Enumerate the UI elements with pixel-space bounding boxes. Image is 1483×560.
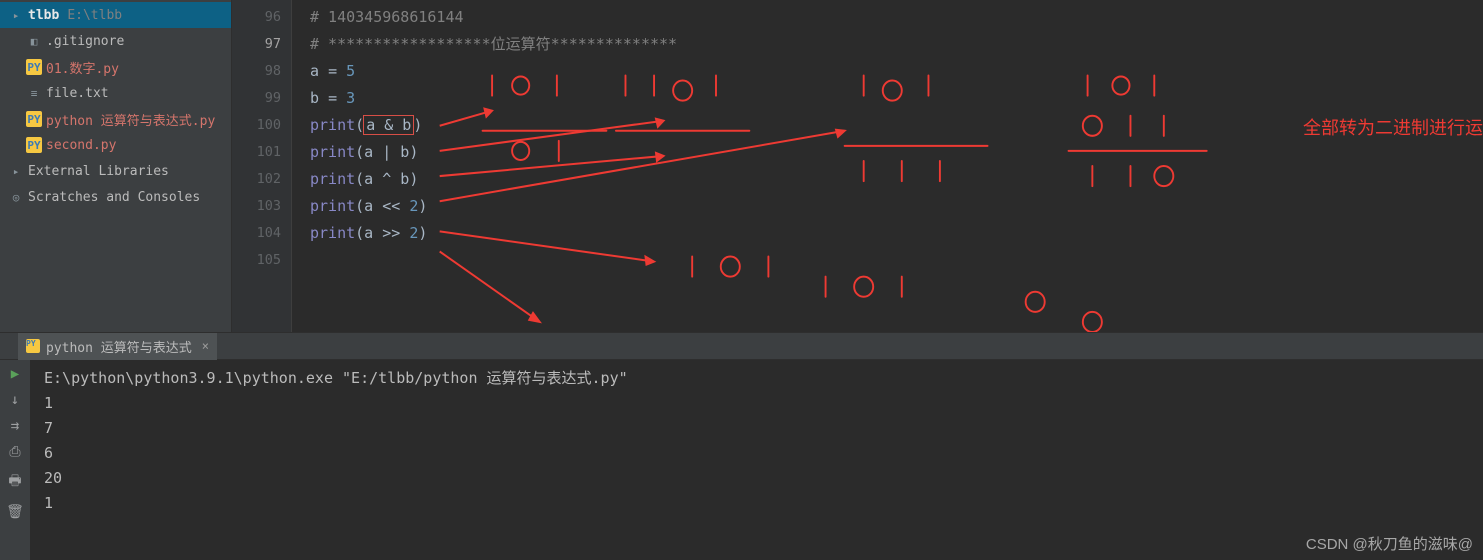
library-icon: ▸	[8, 163, 24, 179]
output-line: 1	[44, 494, 53, 512]
terminal-toolbar: ▶ ↓ ⇉ ⎙ 🖶 🗑	[0, 360, 30, 560]
code-comment: # 140345968616144	[310, 8, 464, 26]
editor-pane: 96 97 98 99 100 101 102 103 104 105 # 14…	[232, 0, 1483, 332]
trash-icon[interactable]: 🗑	[6, 504, 24, 520]
code-func: print	[310, 170, 355, 188]
line-number: 105	[232, 247, 281, 274]
terminal-tab-bar[interactable]: PY python 运算符与表达式 ×	[0, 332, 1483, 360]
project-path: E:\tlbb	[67, 8, 122, 23]
terminal-output[interactable]: E:\python\python3.9.1\python.exe "E:/tlb…	[30, 360, 1483, 560]
file-label: python 运算符与表达式.py	[46, 110, 215, 129]
python-icon: PY	[26, 111, 42, 127]
output-line: 7	[44, 419, 53, 437]
line-number: 99	[232, 85, 281, 112]
code-var: b	[310, 89, 328, 107]
project-name: tlbb	[28, 8, 59, 23]
line-number: 102	[232, 166, 281, 193]
print-icon[interactable]: 🖶	[8, 470, 21, 494]
python-icon: PY	[26, 59, 42, 75]
highlighted-expression: a & b	[364, 116, 413, 134]
file-label: file.txt	[46, 86, 109, 101]
code-comment: # ******************位运算符**************	[310, 35, 677, 53]
file-operators[interactable]: PY python 运算符与表达式.py	[0, 106, 231, 132]
project-tree[interactable]: ▸ tlbb E:\tlbb ◧ .gitignore PY 01.数字.py …	[0, 0, 232, 332]
scratches-consoles[interactable]: ◎ Scratches and Consoles	[0, 184, 231, 210]
code-number: 5	[346, 62, 355, 80]
ext-lib-label: External Libraries	[28, 164, 169, 179]
file-second[interactable]: PY second.py	[0, 132, 231, 158]
terminal-tab-label: python 运算符与表达式	[46, 337, 192, 356]
code-func: print	[310, 224, 355, 242]
line-number: 101	[232, 139, 281, 166]
scratch-icon: ◎	[8, 189, 24, 205]
gutter: 96 97 98 99 100 101 102 103 104 105	[232, 0, 292, 332]
rerun-icon[interactable]: ▶	[11, 366, 19, 382]
filter-icon[interactable]: ⇉	[11, 418, 19, 434]
settings-icon[interactable]: ⎙	[9, 444, 20, 460]
scratches-label: Scratches and Consoles	[28, 190, 200, 205]
code-number: 3	[346, 89, 355, 107]
line-number: 98	[232, 58, 281, 85]
watermark: CSDN @秋刀鱼的滋味@	[1306, 533, 1473, 554]
file-icon: ≡	[26, 85, 42, 101]
close-icon[interactable]: ×	[202, 339, 209, 353]
line-number: 104	[232, 220, 281, 247]
code-func: print	[310, 143, 355, 161]
file-label: 01.数字.py	[46, 58, 119, 77]
file-txt[interactable]: ≡ file.txt	[0, 80, 231, 106]
file-label: .gitignore	[46, 34, 124, 49]
external-libraries[interactable]: ▸ External Libraries	[0, 158, 231, 184]
output-line: 1	[44, 394, 53, 412]
code-editor[interactable]: # 140345968616144 # ******************位运…	[292, 0, 1483, 332]
code-var: a	[310, 62, 328, 80]
file-label: second.py	[46, 138, 116, 153]
file-01-numbers[interactable]: PY 01.数字.py	[0, 54, 231, 80]
output-line: 6	[44, 444, 53, 462]
file-icon: ◧	[26, 33, 42, 49]
terminal-tab[interactable]: PY python 运算符与表达式 ×	[18, 333, 217, 360]
line-number: 100	[232, 112, 281, 139]
code-func: print	[310, 197, 355, 215]
folder-icon: ▸	[8, 7, 24, 23]
project-root[interactable]: ▸ tlbb E:\tlbb	[0, 2, 231, 28]
python-icon: PY	[26, 339, 40, 353]
line-number: 103	[232, 193, 281, 220]
line-number: 97	[232, 31, 281, 58]
down-icon[interactable]: ↓	[11, 392, 19, 408]
line-number: 96	[232, 4, 281, 31]
output-line: 20	[44, 469, 62, 487]
python-icon: PY	[26, 137, 42, 153]
file-gitignore[interactable]: ◧ .gitignore	[0, 28, 231, 54]
code-func: print	[310, 116, 355, 134]
